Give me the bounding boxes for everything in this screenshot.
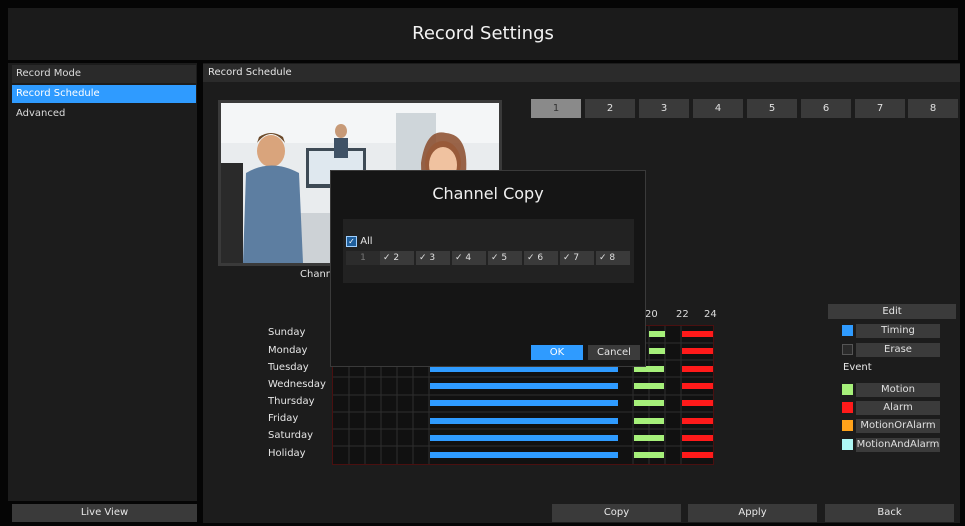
window-title: Record Settings bbox=[8, 8, 958, 60]
day-label-holiday: Holiday bbox=[268, 448, 306, 459]
preview-label: Chann bbox=[300, 269, 333, 280]
motion-and-alarm-button[interactable]: MotionAndAlarm bbox=[856, 438, 940, 452]
day-label-friday: Friday bbox=[268, 413, 299, 424]
event-label: Event bbox=[843, 362, 872, 373]
day-label-saturday: Saturday bbox=[268, 430, 314, 441]
section-header: Record Schedule bbox=[203, 64, 960, 82]
copy-channel-label: 3 bbox=[429, 253, 436, 263]
channel-tab-7[interactable]: 7 bbox=[855, 99, 905, 118]
channel-tab-4[interactable]: 4 bbox=[693, 99, 743, 118]
copy-channel-2[interactable]: ✓ 2 bbox=[380, 251, 414, 265]
copy-channel-3[interactable]: ✓ 3 bbox=[416, 251, 450, 265]
sidebar-item-record-mode[interactable]: Record Mode bbox=[12, 65, 196, 83]
check-icon: ✓ bbox=[599, 253, 610, 263]
motion-or-alarm-swatch bbox=[842, 420, 853, 431]
copy-button[interactable]: Copy bbox=[552, 504, 681, 522]
ok-button[interactable]: OK bbox=[531, 345, 583, 360]
timing-button[interactable]: Timing bbox=[856, 324, 940, 338]
erase-swatch bbox=[842, 344, 853, 355]
day-label-wednesday: Wednesday bbox=[268, 379, 326, 390]
check-icon: ✓ bbox=[419, 253, 430, 263]
copy-channel-label: 4 bbox=[465, 253, 472, 263]
hour-label-20: 20 bbox=[645, 309, 658, 320]
day-label-sunday: Sunday bbox=[268, 327, 306, 338]
check-icon: ✓ bbox=[383, 253, 394, 263]
channel-tab-8[interactable]: 8 bbox=[908, 99, 958, 118]
channel-tab-3[interactable]: 3 bbox=[639, 99, 689, 118]
copy-channel-6[interactable]: ✓ 6 bbox=[524, 251, 558, 265]
hour-label-24: 24 bbox=[704, 309, 717, 320]
copy-channel-label: 5 bbox=[501, 253, 508, 263]
dialog-title: Channel Copy bbox=[432, 184, 544, 203]
day-label-tuesday: Tuesday bbox=[268, 362, 309, 373]
edit-button[interactable]: Edit bbox=[828, 304, 956, 319]
timing-swatch bbox=[842, 325, 853, 336]
motion-swatch bbox=[842, 384, 853, 395]
cancel-button[interactable]: Cancel bbox=[588, 345, 640, 360]
live-view-button[interactable]: Live View bbox=[12, 504, 197, 522]
copy-channel-7[interactable]: ✓ 7 bbox=[560, 251, 594, 265]
channel-tab-1[interactable]: 1 bbox=[531, 99, 581, 118]
check-icon: ✓ bbox=[455, 253, 466, 263]
motion-and-alarm-swatch bbox=[842, 439, 853, 450]
copy-channel-label: 7 bbox=[573, 253, 580, 263]
copy-channel-1: 1 bbox=[346, 251, 380, 265]
check-icon: ✓ bbox=[346, 235, 357, 247]
all-label: All bbox=[360, 236, 373, 247]
motion-or-alarm-button[interactable]: MotionOrAlarm bbox=[856, 419, 940, 433]
sidebar: Record Mode Record Schedule Advanced bbox=[8, 63, 197, 501]
copy-channel-4[interactable]: ✓ 4 bbox=[452, 251, 486, 265]
erase-button[interactable]: Erase bbox=[856, 343, 940, 357]
motion-button[interactable]: Motion bbox=[856, 383, 940, 397]
all-checkbox[interactable]: ✓ All bbox=[346, 235, 386, 248]
alarm-swatch bbox=[842, 402, 853, 413]
copy-channel-8[interactable]: ✓ 8 bbox=[596, 251, 630, 265]
sidebar-item-advanced[interactable]: Advanced bbox=[12, 105, 196, 123]
copy-channel-label: 8 bbox=[609, 253, 616, 263]
day-label-thursday: Thursday bbox=[268, 396, 315, 407]
day-label-monday: Monday bbox=[268, 345, 308, 356]
apply-button[interactable]: Apply bbox=[688, 504, 817, 522]
alarm-button[interactable]: Alarm bbox=[856, 401, 940, 415]
check-icon: ✓ bbox=[563, 253, 574, 263]
channel-tab-2[interactable]: 2 bbox=[585, 99, 635, 118]
copy-channel-label: 6 bbox=[537, 253, 544, 263]
sidebar-item-record-schedule[interactable]: Record Schedule bbox=[12, 85, 196, 103]
channel-tab-5[interactable]: 5 bbox=[747, 99, 797, 118]
check-icon: ✓ bbox=[527, 253, 538, 263]
back-button[interactable]: Back bbox=[825, 504, 954, 522]
channel-tab-6[interactable]: 6 bbox=[801, 99, 851, 118]
copy-channel-label: 2 bbox=[393, 253, 400, 263]
hour-label-22: 22 bbox=[676, 309, 689, 320]
copy-channel-5[interactable]: ✓ 5 bbox=[488, 251, 522, 265]
check-icon: ✓ bbox=[491, 253, 502, 263]
